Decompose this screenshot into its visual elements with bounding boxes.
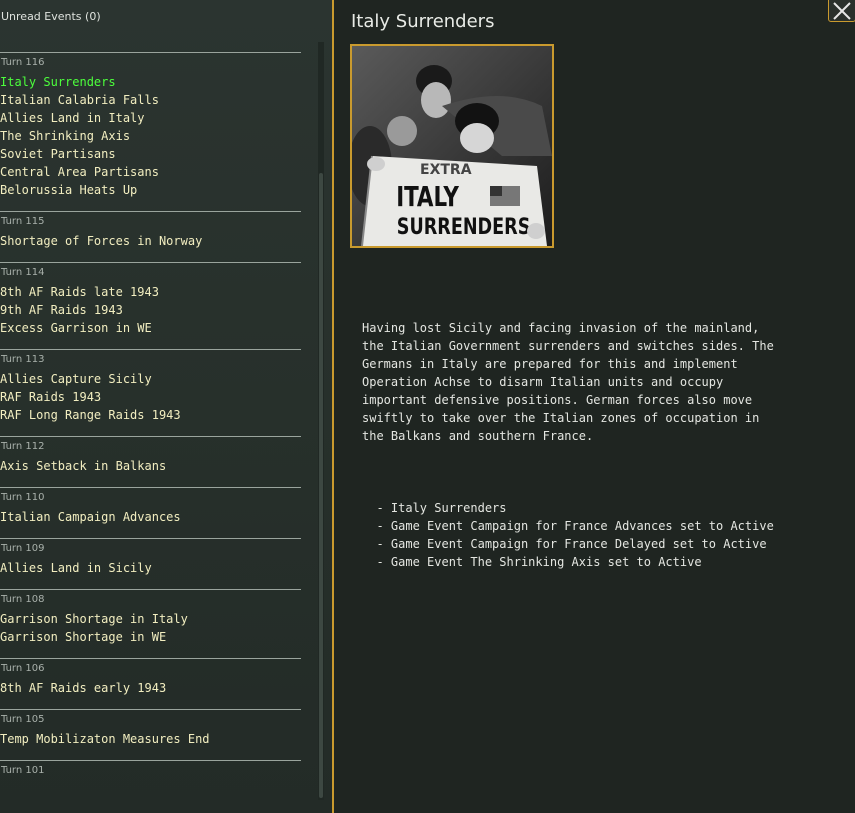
turn-header: Turn 110 [1, 492, 45, 503]
close-icon [833, 2, 851, 20]
event-list-item[interactable]: Belorussia Heats Up [0, 181, 301, 199]
turn-group: Turn 116 Italy Surrenders Italian Calabria… [0, 52, 301, 211]
effect-item: - Game Event The Shrinking Axis set to A… [362, 555, 702, 569]
turn-header: Turn 113 [1, 354, 45, 365]
turn-header: Turn 105 [1, 714, 45, 725]
description-line: Operation Achse to disarm Italian units … [362, 375, 724, 389]
turn-header: Turn 106 [1, 663, 45, 674]
effect-item: - Italy Surrenders [362, 501, 507, 515]
turn-header: Turn 114 [1, 267, 45, 278]
event-list-item[interactable]: RAF Long Range Raids 1943 [0, 406, 301, 424]
event-list-item[interactable]: Italian Calabria Falls [0, 91, 301, 109]
event-list-panel: Unread Events (0) Turn 116 Italy Surrende… [0, 0, 332, 813]
unread-events-label: Unread Events (0) [1, 10, 101, 23]
turn-group: Turn 110 Italian Campaign Advances [0, 487, 301, 538]
event-list-item[interactable]: RAF Raids 1943 [0, 388, 301, 406]
event-list-item[interactable]: The Shrinking Axis [0, 127, 301, 145]
event-detail-panel: Italy Surrenders EXTRA ITALY SURRENDERS … [334, 0, 855, 813]
description-line: the Italian Government surrenders and sw… [362, 339, 774, 353]
event-list-item[interactable]: 8th AF Raids late 1943 [0, 283, 301, 301]
close-button[interactable] [828, 0, 855, 22]
event-list-item[interactable]: Allies Land in Italy [0, 109, 301, 127]
turn-group: Turn 113 Allies Capture Sicily RAF Raids 1… [0, 349, 301, 436]
turn-header: Turn 115 [1, 216, 45, 227]
scrollbar-thumb[interactable] [319, 173, 323, 798]
description-line: important defensive positions. German fo… [362, 393, 753, 407]
turn-list: Turn 116 Italy Surrenders Italian Calabria… [0, 52, 301, 793]
turn-header: Turn 109 [1, 543, 45, 554]
event-list-item[interactable]: Shortage of Forces in Norway [0, 232, 301, 250]
turn-group: Turn 115 Shortage of Forces in Norway [0, 211, 301, 262]
turn-group: Turn 106 8th AF Raids early 1943 [0, 658, 301, 709]
turn-group: Turn 105 Temp Mobilizaton Measures End [0, 709, 301, 760]
photo-headline-line2: SURRENDERS [397, 214, 531, 239]
event-photo: EXTRA ITALY SURRENDERS [350, 44, 554, 248]
turn-group: Turn 108 Garrison Shortage in Italy Garris… [0, 589, 301, 658]
event-list-scrollbar[interactable] [318, 42, 324, 800]
event-list-item[interactable]: Central Area Partisans [0, 163, 301, 181]
turn-group: Turn 101 [0, 760, 301, 793]
event-list-item[interactable]: Garrison Shortage in WE [0, 628, 301, 646]
event-list-item[interactable]: Temp Mobilizaton Measures End [0, 730, 301, 748]
turn-header: Turn 101 [1, 765, 45, 776]
event-list-item[interactable]: Garrison Shortage in Italy [0, 610, 301, 628]
turn-header: Turn 116 [1, 57, 45, 68]
event-list-item[interactable]: 9th AF Raids 1943 [0, 301, 301, 319]
description-line: Having lost Sicily and facing invasion o… [362, 321, 760, 335]
turn-header: Turn 112 [1, 441, 45, 452]
event-list-item[interactable]: Italy Surrenders [0, 73, 301, 91]
event-effects-list: - Italy Surrenders - Game Event Campaign… [362, 499, 842, 571]
event-title: Italy Surrenders [351, 11, 495, 32]
turn-group: Turn 109 Allies Land in Sicily [0, 538, 301, 589]
description-line: Germans in Italy are prepared for this a… [362, 357, 738, 371]
event-list-item[interactable]: Soviet Partisans [0, 145, 301, 163]
description-text: Having lost Sicily and facing invasion o… [362, 319, 842, 445]
event-list-item[interactable]: 8th AF Raids early 1943 [0, 679, 301, 697]
photo-headline-line1: ITALY [396, 181, 460, 213]
newspaper-photo-icon: EXTRA ITALY SURRENDERS [352, 46, 552, 246]
effect-item: - Game Event Campaign for France Advance… [362, 519, 774, 533]
event-description: Having lost Sicily and facing invasion o… [362, 283, 842, 607]
turn-group: Turn 112 Axis Setback in Balkans [0, 436, 301, 487]
turn-header: Turn 108 [1, 594, 45, 605]
event-list-item[interactable]: Excess Garrison in WE [0, 319, 301, 337]
effect-item: - Game Event Campaign for France Delayed… [362, 537, 767, 551]
event-list-item[interactable]: Axis Setback in Balkans [0, 457, 301, 475]
description-line: swiftly to take over the Italian zones o… [362, 411, 760, 425]
event-list-item[interactable]: Italian Campaign Advances [0, 508, 301, 526]
event-list-item[interactable]: Allies Land in Sicily [0, 559, 301, 577]
photo-headline-extra: EXTRA [420, 162, 472, 178]
event-list-item[interactable]: Allies Capture Sicily [0, 370, 301, 388]
description-line: the Balkans and southern France. [362, 429, 594, 443]
turn-group: Turn 114 8th AF Raids late 1943 9th AF Rai… [0, 262, 301, 349]
